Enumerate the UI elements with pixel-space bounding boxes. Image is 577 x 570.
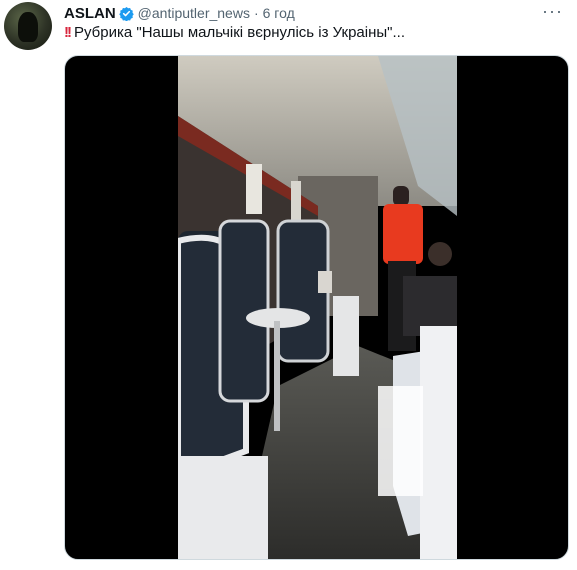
- tweet[interactable]: ASLAN @antiputler_news · 6 год ··· !! Руб…: [0, 0, 577, 570]
- verified-badge-icon: [118, 6, 134, 21]
- tweet-text: !! Рубрика "Нашы мальчікі вєрнулісь із Ук…: [64, 24, 405, 41]
- train-car-scene: [178, 56, 457, 559]
- tweet-text-body: Рубрика "Нашы мальчікі вєрнулісь із Укра…: [74, 24, 405, 41]
- avatar[interactable]: [4, 2, 52, 50]
- video-thumbnail: [178, 56, 457, 559]
- timestamp[interactable]: 6 год: [263, 5, 295, 21]
- double-exclamation-icon: !!: [64, 24, 72, 41]
- display-name[interactable]: ASLAN: [64, 5, 116, 22]
- tweet-header: ASLAN @antiputler_news · 6 год: [64, 3, 295, 23]
- more-options-icon[interactable]: ···: [542, 1, 563, 22]
- avatar-image: [18, 12, 38, 42]
- user-handle[interactable]: @antiputler_news: [138, 5, 250, 21]
- video-player[interactable]: [64, 55, 569, 560]
- separator-dot: ·: [253, 5, 259, 21]
